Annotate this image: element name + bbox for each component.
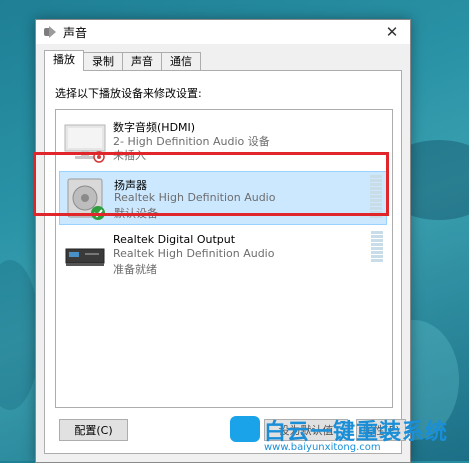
tab-recording[interactable]: 录制 — [83, 52, 123, 71]
background-shape — [0, 260, 40, 410]
bird-logo-icon — [230, 416, 260, 442]
playback-panel: 选择以下播放设备来修改设置: 数字音频(HDMI) 2- High Defini… — [44, 70, 402, 454]
instruction-text: 选择以下播放设备来修改设置: — [55, 87, 202, 100]
sound-dialog: 声音 ✕ 播放 录制 声音 通信 选择以下播放设备来修改设置: 数字音频(HDM… — [35, 19, 411, 463]
speaker-icon — [43, 25, 57, 39]
watermark: 白云一键重装系统 www.baiyunxitong.com — [230, 414, 466, 458]
title-bar[interactable]: 声音 ✕ — [36, 20, 410, 44]
device-item-digital-output[interactable]: Realtek Digital Output Realtek High Defi… — [59, 228, 387, 282]
digital-output-icon — [65, 248, 105, 266]
close-button[interactable]: ✕ — [374, 20, 410, 44]
tab-playback[interactable]: 播放 — [44, 50, 84, 71]
configure-button[interactable]: 配置(C) — [59, 419, 128, 441]
highlight-box — [33, 152, 389, 216]
device-name: Realtek Digital Output — [113, 233, 236, 246]
tab-communications[interactable]: 通信 — [161, 52, 201, 71]
window-title: 声音 — [63, 25, 88, 40]
tab-bar: 播放 录制 声音 通信 — [44, 50, 201, 71]
watermark-url: www.baiyunxitong.com — [264, 442, 381, 453]
tab-sounds[interactable]: 声音 — [122, 52, 162, 71]
device-description: Realtek High Definition Audio — [113, 247, 275, 260]
volume-meter — [371, 231, 383, 263]
device-status: 准备就绪 — [113, 263, 157, 276]
